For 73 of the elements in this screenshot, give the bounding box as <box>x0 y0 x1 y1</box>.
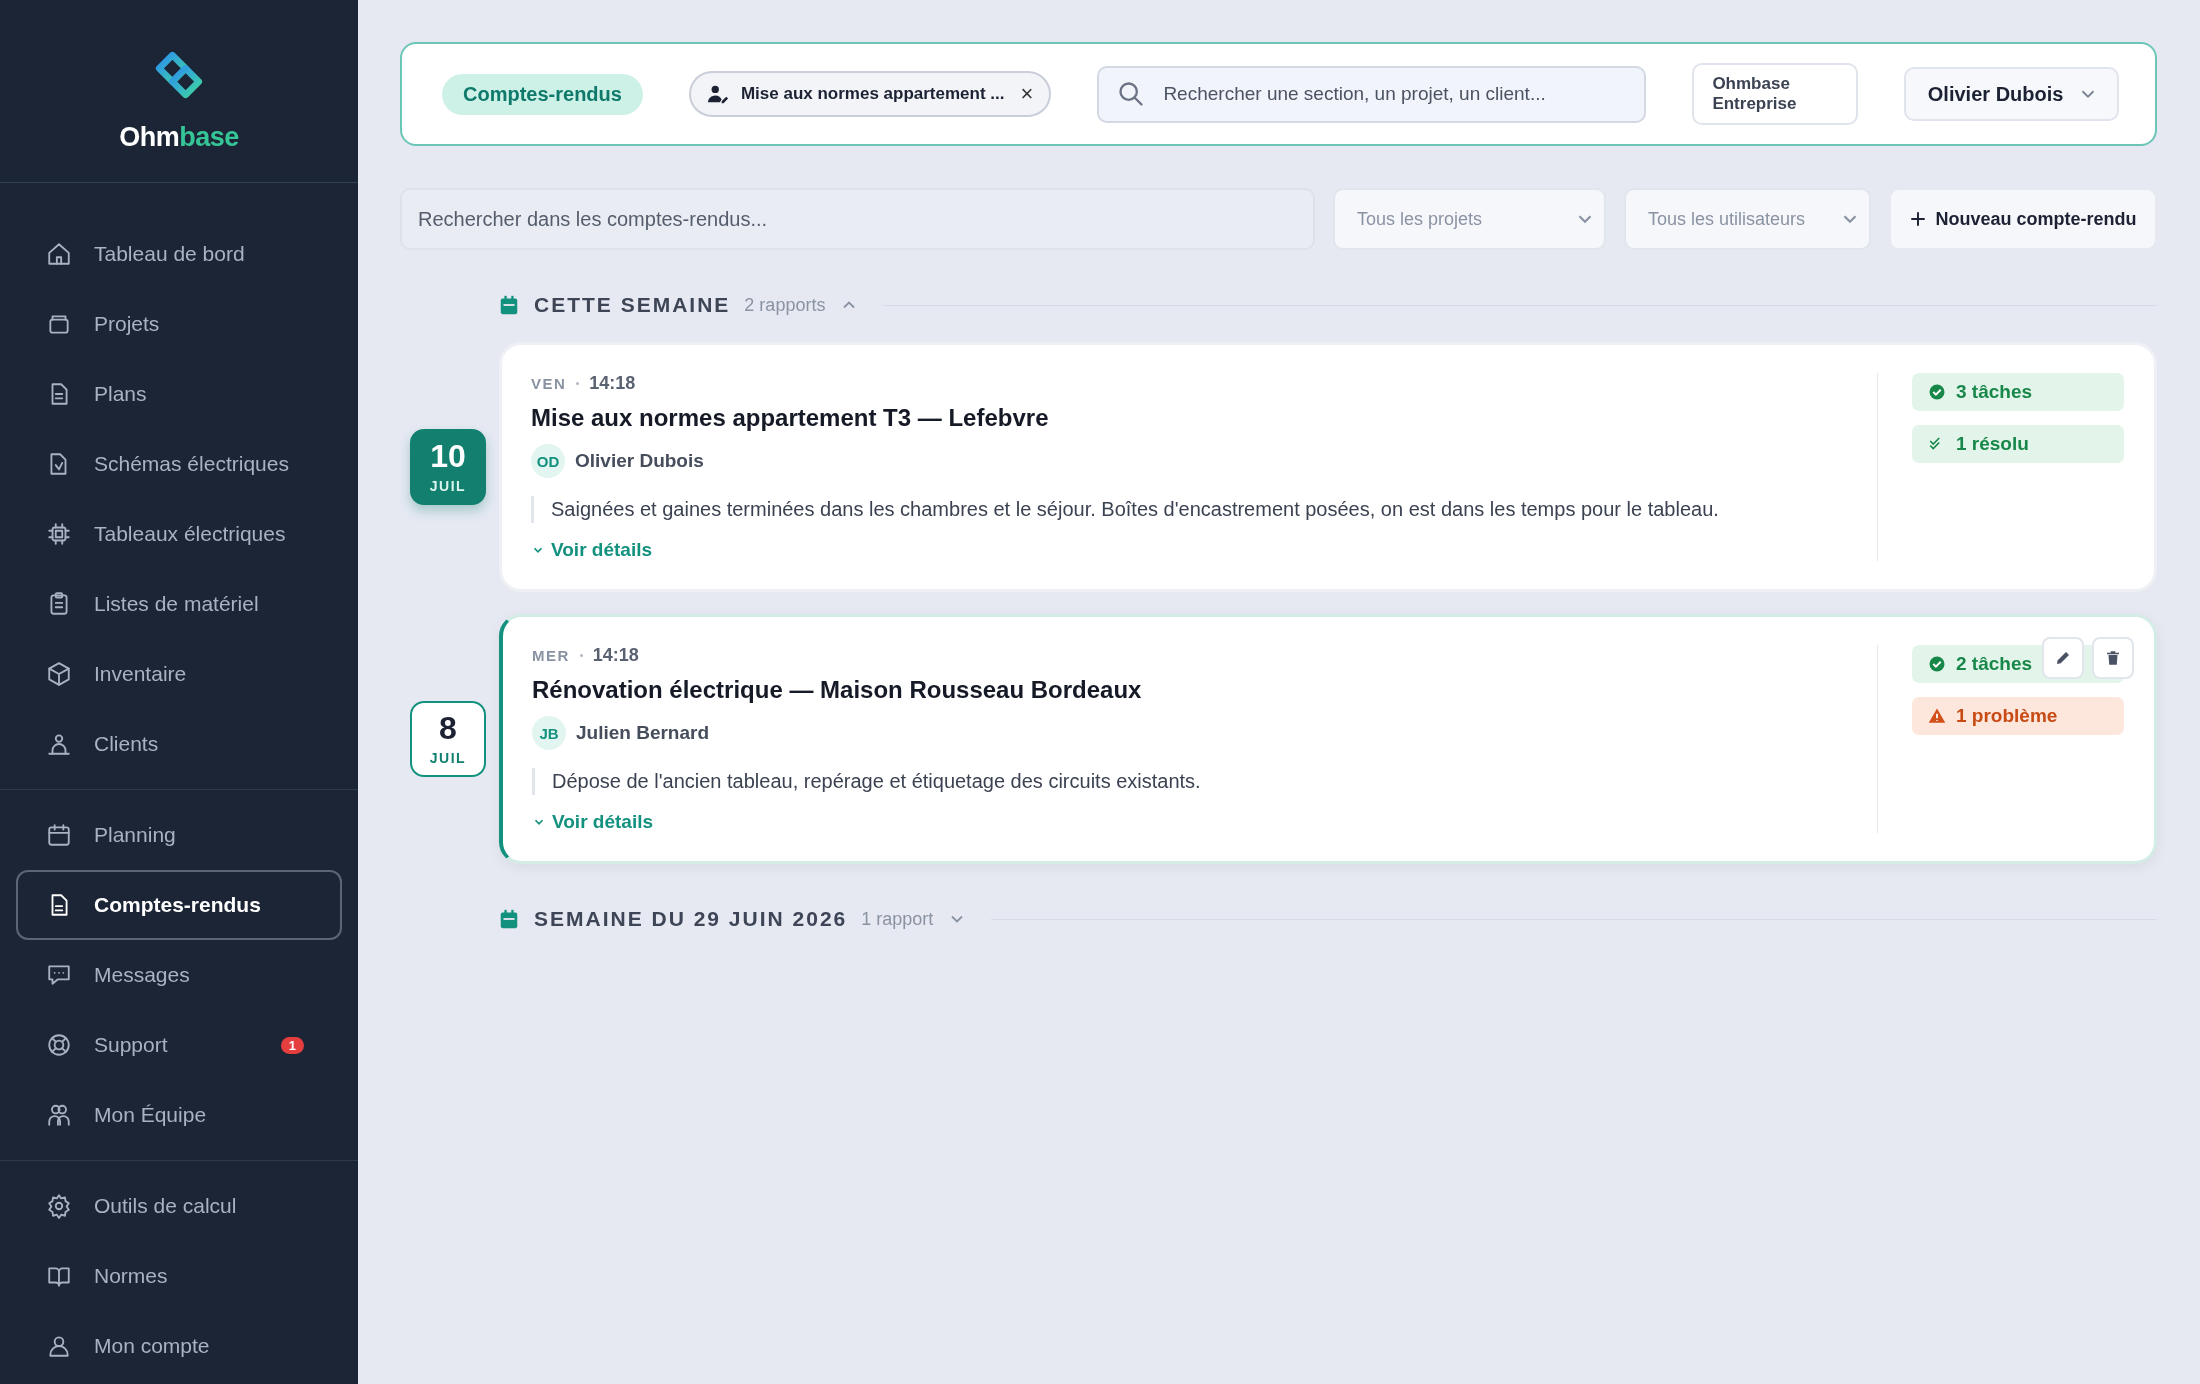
check-circle-icon <box>1928 383 1946 401</box>
trash-icon <box>2104 649 2122 667</box>
edit-button[interactable] <box>2042 637 2084 679</box>
details-link[interactable]: Voir détails <box>531 539 652 561</box>
weekday: MER <box>532 647 570 664</box>
chat-icon <box>46 962 72 988</box>
resolved-badge: 1 résolu <box>1912 425 2124 463</box>
chip-icon <box>46 521 72 547</box>
time: 14:18 <box>589 373 636 394</box>
search-field[interactable]: Rechercher dans les comptes-rendus... <box>400 188 1315 250</box>
nav-item[interactable]: Tableaux électriques <box>16 499 342 569</box>
team-icon <box>46 1102 72 1128</box>
new-report-button[interactable]: Nouveau compte-rendu <box>1889 188 2157 250</box>
week-title: CETTE SEMAINE <box>534 293 731 317</box>
nav-item[interactable]: Mon Équipe <box>16 1080 342 1150</box>
warning-icon <box>1928 707 1946 725</box>
nav-item[interactable]: Outils de calcul <box>16 1171 342 1241</box>
report-count: 2 rapports <box>744 294 826 316</box>
author-name: Julien Bernard <box>576 722 710 744</box>
search-icon <box>1117 79 1146 108</box>
calendar-icon <box>498 908 520 930</box>
nav-item[interactable]: Mon compte <box>16 1311 342 1381</box>
date-badge: 10 JUIL <box>410 429 486 505</box>
nav-item[interactable]: Listes de matériel <box>16 569 342 639</box>
search-field[interactable]: Rechercher une section, un projet, un client... <box>1097 65 1647 123</box>
brand-name: Ohmbase <box>119 121 239 153</box>
company-button[interactable]: Ohmbase Entreprise <box>1692 63 1858 125</box>
tasks-badge: 3 tâches <box>1912 373 2124 411</box>
notification-badge: 1 <box>280 1036 304 1054</box>
nav-item[interactable]: Projets <box>16 289 342 359</box>
details-link[interactable]: Voir détails <box>532 811 653 833</box>
nav-item[interactable]: Tableau de bord <box>16 219 342 289</box>
nav-item[interactable]: Plans <box>16 359 342 429</box>
project-chip[interactable]: Mise aux normes appartement ... × <box>688 71 1052 117</box>
report-count: 1 rapport <box>861 908 934 930</box>
nav-item[interactable]: Planning <box>16 800 342 870</box>
gear-icon <box>46 1193 72 1219</box>
date-badge: 8 JUIL <box>410 701 486 777</box>
calendar-icon <box>46 822 72 848</box>
weekday: VEN <box>531 375 567 392</box>
lifebuoy-icon <box>46 1032 72 1058</box>
home-icon <box>46 241 72 267</box>
plus-icon <box>1909 210 1928 228</box>
avatar: JB <box>532 716 566 750</box>
time: 14:18 <box>592 645 639 666</box>
week-title: SEMAINE DU 29 JUIN 2026 <box>534 907 848 931</box>
author-name: Olivier Dubois <box>575 450 704 472</box>
pencil-icon <box>2054 649 2072 667</box>
nav-item[interactable]: Normes <box>16 1241 342 1311</box>
nav-item[interactable]: Support 1 <box>16 1010 342 1080</box>
user-menu-button[interactable]: Olivier Dubois <box>1903 67 2119 121</box>
report-title: Rénovation électrique — Maison Rousseau Bordeaux <box>532 676 1143 704</box>
check-circle-icon <box>1928 655 1946 673</box>
report-card[interactable] <box>499 342 2157 592</box>
nav-item[interactable]: Inventaire <box>16 639 342 709</box>
user-icon <box>46 1333 72 1359</box>
box-icon <box>46 661 72 687</box>
avatar: OD <box>531 444 565 478</box>
delete-button[interactable] <box>2092 637 2134 679</box>
report-summary: Saignées et gaines terminées dans les chambres et le séjour. Boîtes d'encastrement posées, on est dans les temps pour le tableau. <box>531 496 1877 523</box>
section-chip[interactable]: Comptes-rendus <box>442 73 643 115</box>
project-name: Mise aux normes appartement ... <box>740 84 1005 104</box>
report-card[interactable]: MER 14:18 Rénovation électrique — Maison Rousseau Bordeaux JB Julien Bernard Dépose de l'ancien tableau, repérage et étiquetage des circuits existants. Voir détails 2 tâches 1 problème <box>499 614 2157 864</box>
report-title: Mise aux normes appartement T3 — Lefebvre <box>531 404 1050 432</box>
calendar-icon <box>498 294 520 316</box>
report-summary: Dépose de l'ancien tableau, repérage et étiquetage des circuits existants. <box>532 768 1877 795</box>
close-button[interactable]: × <box>1020 81 1034 107</box>
nav-item[interactable]: Messages <box>16 940 342 1010</box>
nav-item[interactable]: Clients <box>16 709 342 779</box>
problem-badge: 1 problème <box>1912 697 2124 735</box>
nav-item[interactable]: Comptes-rendus <box>16 870 342 940</box>
user-edit-icon <box>706 83 729 105</box>
nav-item[interactable]: Schémas électriques <box>16 429 342 499</box>
